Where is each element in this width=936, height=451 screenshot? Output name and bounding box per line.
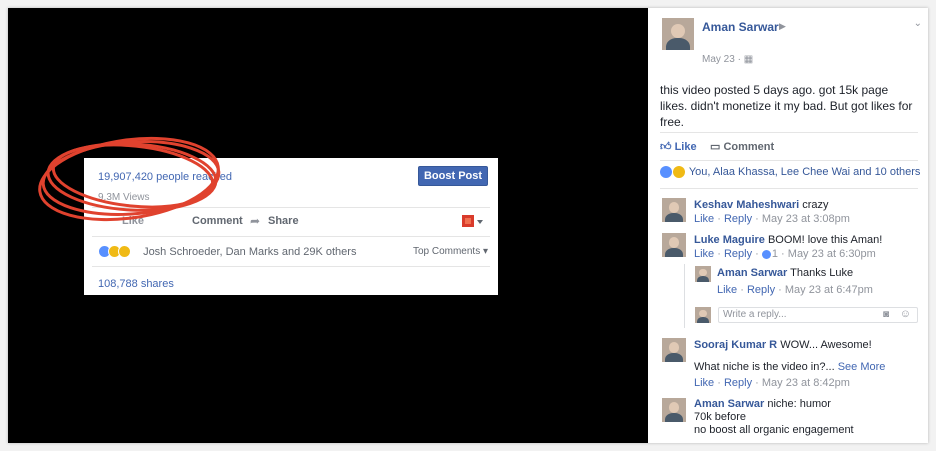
comment-text-continued: no boost all organic engagement: [694, 424, 854, 436]
chevron-down-icon[interactable]: ⌄: [914, 18, 922, 29]
love-reaction-icon: [118, 245, 131, 258]
divider: [660, 132, 918, 133]
reaction-icons: [98, 245, 138, 259]
comment: Luke Maguire BOOM! love this Aman! Like …: [662, 233, 918, 263]
reply-like-link[interactable]: Like: [717, 284, 737, 296]
reply: Aman Sarwar Thanks Luke Like · Reply · M…: [695, 266, 905, 296]
reply-placeholder: Write a reply...: [723, 309, 787, 320]
comment-timestamp[interactable]: May 23 at 8:42pm: [762, 377, 850, 389]
comment: Keshav Maheshwari crazy Like · Reply · M…: [662, 198, 918, 228]
reply-author[interactable]: Aman Sarwar: [717, 267, 787, 279]
comment-like-link[interactable]: Like: [694, 213, 714, 225]
comment-author[interactable]: Luke Maguire: [694, 234, 765, 246]
reply-timestamp[interactable]: May 23 at 6:47pm: [785, 284, 873, 296]
top-comments-dropdown[interactable]: Top Comments ▾: [413, 246, 488, 257]
post-text: this video posted 5 days ago. got 15k pa…: [660, 83, 913, 129]
comment-text: BOOM! love this Aman!: [767, 234, 883, 246]
page-avatar-selector[interactable]: [462, 214, 484, 228]
avatar[interactable]: [662, 338, 686, 362]
reply-text: Thanks Luke: [790, 267, 854, 279]
avatar[interactable]: [662, 233, 686, 257]
comment-icon: ▭: [710, 141, 724, 153]
avatar: [695, 307, 711, 323]
comment-like-link[interactable]: Like: [694, 248, 714, 260]
avatar[interactable]: [662, 398, 686, 422]
comment-button[interactable]: ▭ Comment: [710, 140, 774, 153]
comment-text: niche: humor: [767, 398, 831, 410]
comment-reply-link[interactable]: Reply: [724, 377, 752, 389]
photo-viewer: 19,907,420 people reached 9.3M Views Boo…: [8, 8, 648, 443]
post-sidebar: Aman Sarwar ▶ ⌄ May 23 · ▦ this video po…: [648, 8, 928, 443]
see-more-link[interactable]: See More: [838, 361, 886, 373]
emoji-icon[interactable]: ☺: [900, 308, 911, 320]
divider: [660, 160, 918, 161]
reaction-names: Josh Schroeder, Dan Marks and 29K others: [143, 246, 357, 258]
comment-reply-link[interactable]: Reply: [724, 213, 752, 225]
comment: Sooraj Kumar R WOW... Awesome! What nich…: [662, 338, 918, 389]
like-button[interactable]: 👍︎ Like: [660, 140, 697, 153]
audience-icon: ▦: [743, 54, 754, 65]
reply-reply-link[interactable]: Reply: [747, 284, 775, 296]
reply-input[interactable]: Write a reply... ◙ ☺: [718, 307, 918, 323]
like-reaction-icon: [660, 166, 672, 179]
camera-icon[interactable]: ◙: [883, 309, 889, 320]
avatar[interactable]: [695, 266, 711, 282]
avatar[interactable]: [662, 198, 686, 222]
triangle-right-icon: ▶: [779, 21, 786, 31]
likes-summary[interactable]: You, Alaa Khassa, Lee Chee Wai and 10 ot…: [660, 166, 920, 179]
comment-text-continued: What niche is the video in?...: [694, 361, 835, 373]
divider: [92, 236, 490, 237]
divider: [660, 188, 918, 189]
reactions-summary[interactable]: Josh Schroeder, Dan Marks and 29K others: [98, 245, 356, 259]
comment: Aman Sarwar niche: humor 70k before no b…: [662, 398, 918, 442]
share-action[interactable]: Share: [268, 215, 299, 227]
comment-timestamp[interactable]: May 23 at 6:30pm: [788, 248, 876, 260]
comment-like-link[interactable]: Like: [694, 377, 714, 389]
comment-reply-link[interactable]: Reply: [724, 248, 752, 260]
screenshot-frame: 19,907,420 people reached 9.3M Views Boo…: [8, 8, 928, 443]
comment-author[interactable]: Sooraj Kumar R: [694, 339, 777, 351]
avatar[interactable]: [662, 18, 694, 50]
shares-count[interactable]: 108,788 shares: [98, 278, 174, 290]
post-action-bar: 👍︎ Like ▭ Comment: [660, 137, 918, 157]
comment-text: crazy: [802, 199, 829, 211]
like-count-badge[interactable]: 1: [761, 248, 778, 260]
comment-author[interactable]: Keshav Maheshwari: [694, 199, 799, 211]
red-circle-annotation: [38, 136, 221, 222]
comment-text-continued: 70k before: [694, 411, 746, 423]
boost-post-button[interactable]: Boost Post: [418, 166, 488, 186]
comment-text: WOW... Awesome!: [780, 339, 872, 351]
post-author-name[interactable]: Aman Sarwar: [702, 20, 779, 34]
thumbs-up-icon: [761, 249, 771, 259]
comment-author[interactable]: Aman Sarwar: [694, 398, 764, 410]
thumbs-up-icon: 👍︎: [660, 141, 675, 153]
wow-reaction-icon: [673, 166, 685, 179]
share-icon: ➦: [250, 214, 261, 228]
comment-timestamp[interactable]: May 23 at 3:08pm: [762, 213, 850, 225]
post-timestamp[interactable]: May 23 · ▦: [702, 54, 753, 65]
divider: [92, 266, 490, 267]
